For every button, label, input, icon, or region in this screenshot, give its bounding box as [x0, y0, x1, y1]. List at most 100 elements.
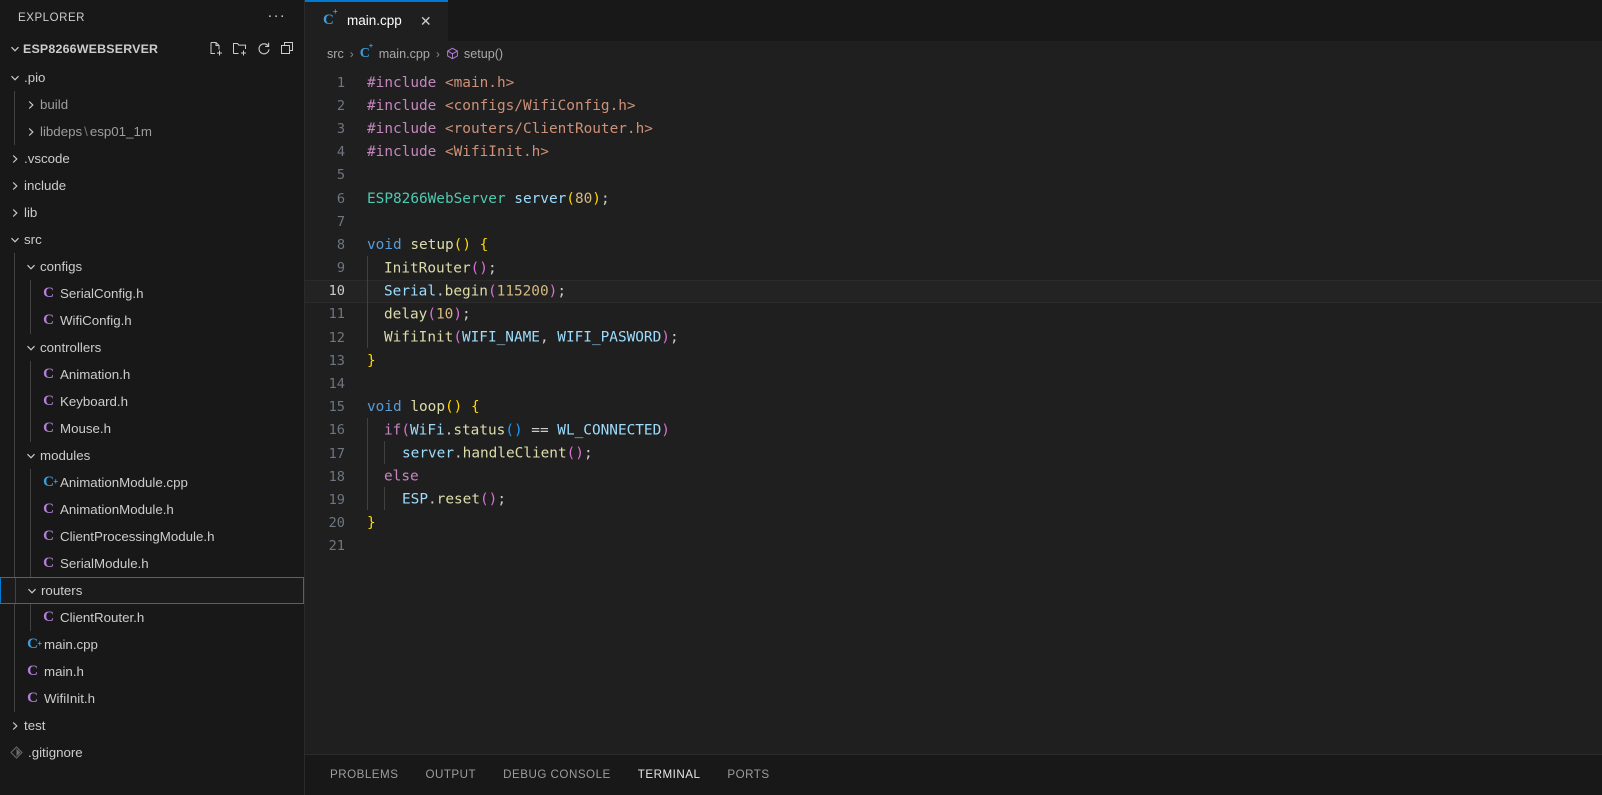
tree-item-clientrouter-h[interactable]: C ClientRouter.h [0, 604, 304, 631]
explorer-more-actions-icon[interactable]: ··· [265, 8, 288, 27]
tree-item-label: Keyboard.h [60, 394, 129, 409]
indent-guide [14, 361, 15, 388]
panel-tab-debug-console[interactable]: DEBUG CONSOLE [503, 768, 611, 787]
code-line[interactable]: 6 ESP8266WebServer server(80); [305, 187, 1602, 210]
tree-item-test[interactable]: test [0, 712, 304, 739]
code-line[interactable]: 15 void loop() { [305, 396, 1602, 419]
tree-item--pio[interactable]: .pio [0, 64, 304, 91]
tree-item-serialmodule-h[interactable]: C SerialModule.h [0, 550, 304, 577]
tree-item-src[interactable]: src [0, 226, 304, 253]
explorer-actions [208, 41, 296, 57]
tree-item-label: AnimationModule.h [60, 502, 174, 517]
code-line[interactable]: 5 [305, 164, 1602, 187]
code-token: ( [566, 190, 575, 207]
tree-item-controllers[interactable]: controllers [0, 334, 304, 361]
tree-item-main-h[interactable]: Cmain.h [0, 658, 304, 685]
chevron-right-icon[interactable] [22, 99, 39, 111]
code-line[interactable]: 7 [305, 210, 1602, 233]
code-token: void [367, 236, 402, 253]
tree-item-label: WifiInit.h [44, 691, 95, 706]
code-line[interactable]: 16 if(WiFi.status() == WL_CONNECTED) [305, 417, 1602, 442]
panel-tab-ports[interactable]: PORTS [727, 768, 769, 787]
tree-item-animation-h[interactable]: C Animation.h [0, 361, 304, 388]
indent-guide [14, 604, 15, 631]
line-number: 13 [328, 352, 345, 369]
breadcrumb-label: src [327, 46, 344, 61]
tree-item-serialconfig-h[interactable]: C SerialConfig.h [0, 280, 304, 307]
code-line[interactable]: 18 else [305, 464, 1602, 488]
collapse-all-icon[interactable] [280, 41, 296, 57]
symbol-method-icon [446, 47, 459, 60]
tree-item-routers[interactable]: routers [0, 577, 304, 604]
tree-item-mouse-h[interactable]: C Mouse.h [0, 415, 304, 442]
code-line[interactable]: 14 [305, 372, 1602, 395]
code-line[interactable]: 2 #include <configs/WifiConfig.h> [305, 94, 1602, 117]
code-line[interactable]: 19 ESP.reset(); [305, 487, 1602, 511]
editor-tab-main-cpp[interactable]: C + main.cpp ✕ [305, 0, 448, 41]
tree-item-libdeps[interactable]: libdeps \ esp01_1m [0, 118, 304, 145]
code-line[interactable]: 4 #include <WifiInit.h> [305, 141, 1602, 164]
new-file-icon[interactable] [208, 41, 224, 57]
chevron-down-icon[interactable] [6, 234, 23, 246]
chevron-right-icon[interactable] [6, 720, 23, 732]
indent-guide [30, 523, 31, 550]
code-line[interactable]: 11 delay(10); [305, 301, 1602, 326]
indent-guide [14, 388, 15, 415]
chevron-down-icon[interactable] [6, 43, 23, 55]
tree-item-modules[interactable]: modules [0, 442, 304, 469]
new-folder-icon[interactable] [232, 41, 248, 57]
chevron-right-icon[interactable] [6, 207, 23, 219]
tree-item-include[interactable]: include [0, 172, 304, 199]
code-token: WIFI_PASWORD [557, 329, 662, 346]
tree-item-lib[interactable]: lib [0, 199, 304, 226]
chevron-right-icon: › [435, 46, 440, 61]
chevron-right-icon[interactable] [6, 153, 23, 165]
tree-item-keyboard-h[interactable]: C Keyboard.h [0, 388, 304, 415]
tree-item--gitignore[interactable]: .gitignore [0, 739, 304, 766]
code-line[interactable]: 1 #include <main.h> [305, 71, 1602, 94]
code-text: #include <WifiInit.h> [367, 144, 549, 160]
chevron-down-icon[interactable] [6, 72, 23, 84]
tree-item-animationmodule-h[interactable]: C AnimationModule.h [0, 496, 304, 523]
panel-tab-output[interactable]: OUTPUT [425, 768, 476, 787]
tree-item-clientprocessingmodule-h[interactable]: C ClientProcessingModule.h [0, 523, 304, 550]
breadcrumb-item-main-cpp[interactable]: C + main.cpp [360, 41, 430, 62]
tree-item-main-cpp[interactable]: C + main.cpp [0, 631, 304, 658]
tree-item-label: controllers [40, 340, 102, 355]
chevron-right-icon[interactable] [22, 126, 39, 138]
close-icon[interactable]: ✕ [416, 14, 436, 28]
tree-item-wifiinit-h[interactable]: C WifiInit.h [0, 685, 304, 712]
code-line[interactable]: 20} [305, 512, 1602, 535]
code-line[interactable]: 8 void setup() { [305, 233, 1602, 256]
chevron-down-icon[interactable] [23, 585, 40, 597]
code-token: 115200 [496, 283, 549, 300]
tree-item-configs[interactable]: configs [0, 253, 304, 280]
code-line[interactable]: 17 server.handleClient(); [305, 441, 1602, 465]
chevron-down-icon[interactable] [22, 342, 39, 354]
code-line[interactable]: 21 [305, 535, 1602, 558]
code-line[interactable]: 12 WifiInit(WIFI_NAME, WIFI_PASWORD); [305, 325, 1602, 349]
breadcrumb-item-setup[interactable]: setup() [446, 47, 503, 61]
project-root-row[interactable]: ESP8266WEBSERVER [0, 35, 304, 63]
indent-guide [367, 278, 368, 302]
breadcrumb-item-src[interactable]: src [327, 47, 344, 61]
tree-item-wificonfig-h[interactable]: C WifiConfig.h [0, 307, 304, 334]
code-line[interactable]: 3 #include <routers/ClientRouter.h> [305, 117, 1602, 140]
tree-item-build[interactable]: build [0, 91, 304, 118]
tree-item-label: SerialModule.h [60, 556, 149, 571]
code-token: WL_CONNECTED [557, 422, 662, 439]
tree-item--vscode[interactable]: .vscode [0, 145, 304, 172]
panel-tab-terminal[interactable]: TERMINAL [638, 768, 701, 787]
chevron-down-icon[interactable] [22, 261, 39, 273]
code-line[interactable]: 9 InitRouter(); [305, 255, 1602, 280]
code-line[interactable]: 13} [305, 349, 1602, 372]
panel-tab-problems[interactable]: PROBLEMS [330, 768, 398, 787]
code-editor[interactable]: 1 #include <main.h> 2 #include <configs/Wif… [305, 66, 1602, 754]
refresh-icon[interactable] [256, 41, 272, 57]
chevron-down-icon[interactable] [22, 450, 39, 462]
tree-item-animationmodule-cpp[interactable]: C + AnimationModule.cpp [0, 469, 304, 496]
code-line[interactable]: 10 Serial.begin(115200); [305, 278, 1602, 303]
chevron-right-icon[interactable] [6, 180, 23, 192]
